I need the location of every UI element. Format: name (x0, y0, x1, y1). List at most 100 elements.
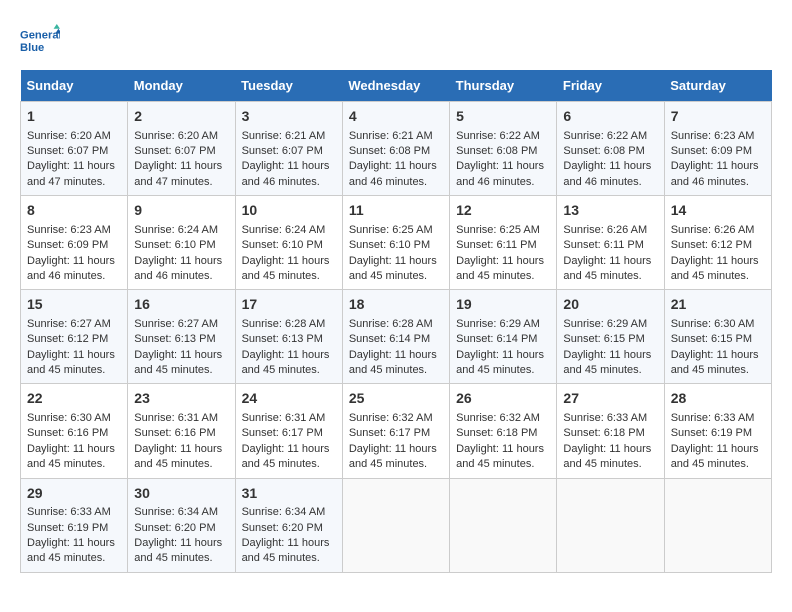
sunrise-text: Sunrise: 6:23 AM (671, 130, 755, 142)
daylight-text: Daylight: 11 hours and 45 minutes. (349, 349, 437, 376)
day-number: 10 (242, 201, 336, 221)
sunrise-text: Sunrise: 6:23 AM (27, 224, 111, 236)
week-row-4: 22Sunrise: 6:30 AMSunset: 6:16 PMDayligh… (21, 384, 772, 478)
day-number: 5 (456, 107, 550, 127)
calendar-cell: 15Sunrise: 6:27 AMSunset: 6:12 PMDayligh… (21, 290, 128, 384)
daylight-text: Daylight: 11 hours and 45 minutes. (671, 255, 759, 282)
calendar-cell: 7Sunrise: 6:23 AMSunset: 6:09 PMDaylight… (664, 102, 771, 196)
calendar-cell: 25Sunrise: 6:32 AMSunset: 6:17 PMDayligh… (342, 384, 449, 478)
sunset-text: Sunset: 6:17 PM (242, 427, 323, 439)
day-number: 14 (671, 201, 765, 221)
daylight-text: Daylight: 11 hours and 45 minutes. (671, 349, 759, 376)
day-number: 17 (242, 295, 336, 315)
day-number: 19 (456, 295, 550, 315)
calendar-cell (342, 478, 449, 572)
sunset-text: Sunset: 6:07 PM (27, 145, 108, 157)
sunrise-text: Sunrise: 6:21 AM (349, 130, 433, 142)
sunrise-text: Sunrise: 6:30 AM (27, 412, 111, 424)
calendar-cell: 18Sunrise: 6:28 AMSunset: 6:14 PMDayligh… (342, 290, 449, 384)
day-number: 21 (671, 295, 765, 315)
sunrise-text: Sunrise: 6:26 AM (563, 224, 647, 236)
calendar-cell: 24Sunrise: 6:31 AMSunset: 6:17 PMDayligh… (235, 384, 342, 478)
calendar-cell: 3Sunrise: 6:21 AMSunset: 6:07 PMDaylight… (235, 102, 342, 196)
sunset-text: Sunset: 6:14 PM (456, 333, 537, 345)
day-number: 11 (349, 201, 443, 221)
header-wednesday: Wednesday (342, 70, 449, 102)
sunrise-text: Sunrise: 6:22 AM (563, 130, 647, 142)
week-row-1: 1 Sunrise: 6:20 AM Sunset: 6:07 PM Daylight… (21, 102, 772, 196)
daylight-text: Daylight: 11 hours and 45 minutes. (242, 443, 330, 470)
header-sunday: Sunday (21, 70, 128, 102)
sunrise-text: Sunrise: 6:25 AM (349, 224, 433, 236)
sunrise-text: Sunrise: 6:20 AM (134, 130, 218, 142)
calendar-cell: 19Sunrise: 6:29 AMSunset: 6:14 PMDayligh… (450, 290, 557, 384)
sunrise-text: Sunrise: 6:30 AM (671, 318, 755, 330)
daylight-text: Daylight: 11 hours and 46 minutes. (671, 160, 759, 187)
calendar-cell: 11Sunrise: 6:25 AMSunset: 6:10 PMDayligh… (342, 196, 449, 290)
day-number: 9 (134, 201, 228, 221)
day-number: 22 (27, 389, 121, 409)
svg-text:Blue: Blue (20, 42, 44, 54)
calendar-cell: 4Sunrise: 6:21 AMSunset: 6:08 PMDaylight… (342, 102, 449, 196)
day-number: 27 (563, 389, 657, 409)
sunrise-text: Sunrise: 6:33 AM (671, 412, 755, 424)
sunset-text: Sunset: 6:08 PM (456, 145, 537, 157)
calendar-cell: 26Sunrise: 6:32 AMSunset: 6:18 PMDayligh… (450, 384, 557, 478)
week-row-2: 8Sunrise: 6:23 AMSunset: 6:09 PMDaylight… (21, 196, 772, 290)
week-row-3: 15 Sunrise: 6:27 AM Sunset: 6:12 PM Dayligh… (21, 290, 772, 384)
daylight-text: Daylight: 11 hours and 45 minutes. (456, 349, 544, 376)
sunrise-text: Sunrise: 6:34 AM (242, 506, 326, 518)
sunset-text: Sunset: 6:20 PM (242, 522, 323, 534)
sunrise-text: Sunrise: 6:33 AM (27, 506, 111, 518)
calendar-cell (450, 478, 557, 572)
day-number: 8 (27, 201, 121, 221)
sunset-text: Sunset: 6:11 PM (456, 239, 537, 251)
calendar-cell: 16Sunrise: 6:27 AMSunset: 6:13 PMDayligh… (128, 290, 235, 384)
sunset-text: Sunset: 6:20 PM (134, 522, 215, 534)
daylight-text: Daylight: 11 hours and 46 minutes. (563, 160, 651, 187)
logo-svg: General Blue (20, 20, 60, 60)
day-number: 16 (134, 295, 228, 315)
day-number: 26 (456, 389, 550, 409)
sunrise-text: Sunrise: 6:31 AM (242, 412, 326, 424)
header-saturday: Saturday (664, 70, 771, 102)
daylight-text: Daylight: 11 hours and 45 minutes. (242, 349, 330, 376)
sunrise-text: Sunrise: 6:27 AM (27, 318, 111, 330)
daylight-text: Daylight: 11 hours and 45 minutes. (27, 537, 115, 564)
calendar-cell: 30Sunrise: 6:34 AMSunset: 6:20 PMDayligh… (128, 478, 235, 572)
day-number: 13 (563, 201, 657, 221)
sunset-text: Sunset: 6:07 PM (242, 145, 323, 157)
daylight-text: Daylight: 11 hours and 47 minutes. (134, 160, 222, 187)
daylight-text: Daylight: 11 hours and 46 minutes. (456, 160, 544, 187)
sunrise-text: Sunrise: 6:21 AM (242, 130, 326, 142)
sunset-text: Sunset: 6:12 PM (27, 333, 108, 345)
sunset-text: Sunset: 6:07 PM (134, 145, 215, 157)
sunrise-text: Sunrise: 6:22 AM (456, 130, 540, 142)
daylight-text: Daylight: 11 hours and 45 minutes. (134, 443, 222, 470)
header: General Blue (20, 20, 772, 60)
calendar-cell: 17Sunrise: 6:28 AMSunset: 6:13 PMDayligh… (235, 290, 342, 384)
sunset-text: Sunset: 6:15 PM (563, 333, 644, 345)
daylight-text: Daylight: 11 hours and 46 minutes. (242, 160, 330, 187)
sunset-text: Sunset: 6:08 PM (563, 145, 644, 157)
week-row-5: 29Sunrise: 6:33 AMSunset: 6:19 PMDayligh… (21, 478, 772, 572)
calendar-cell: 31Sunrise: 6:34 AMSunset: 6:20 PMDayligh… (235, 478, 342, 572)
day-number: 1 (27, 107, 121, 127)
daylight-text: Daylight: 11 hours and 45 minutes. (134, 537, 222, 564)
header-thursday: Thursday (450, 70, 557, 102)
sunset-text: Sunset: 6:14 PM (349, 333, 430, 345)
daylight-text: Daylight: 11 hours and 45 minutes. (242, 537, 330, 564)
calendar-cell: 13Sunrise: 6:26 AMSunset: 6:11 PMDayligh… (557, 196, 664, 290)
header-tuesday: Tuesday (235, 70, 342, 102)
sunset-text: Sunset: 6:17 PM (349, 427, 430, 439)
calendar-cell: 21Sunrise: 6:30 AMSunset: 6:15 PMDayligh… (664, 290, 771, 384)
sunrise-text: Sunrise: 6:32 AM (456, 412, 540, 424)
daylight-text: Daylight: 11 hours and 45 minutes. (563, 443, 651, 470)
calendar-cell: 1Sunrise: 6:20 AMSunset: 6:07 PMDaylight… (21, 102, 128, 196)
day-number: 28 (671, 389, 765, 409)
daylight-text: Daylight: 11 hours and 47 minutes. (27, 160, 115, 187)
daylight-text: Daylight: 11 hours and 45 minutes. (134, 349, 222, 376)
sunset-text: Sunset: 6:11 PM (563, 239, 644, 251)
day-number: 15 (27, 295, 121, 315)
day-number: 6 (563, 107, 657, 127)
